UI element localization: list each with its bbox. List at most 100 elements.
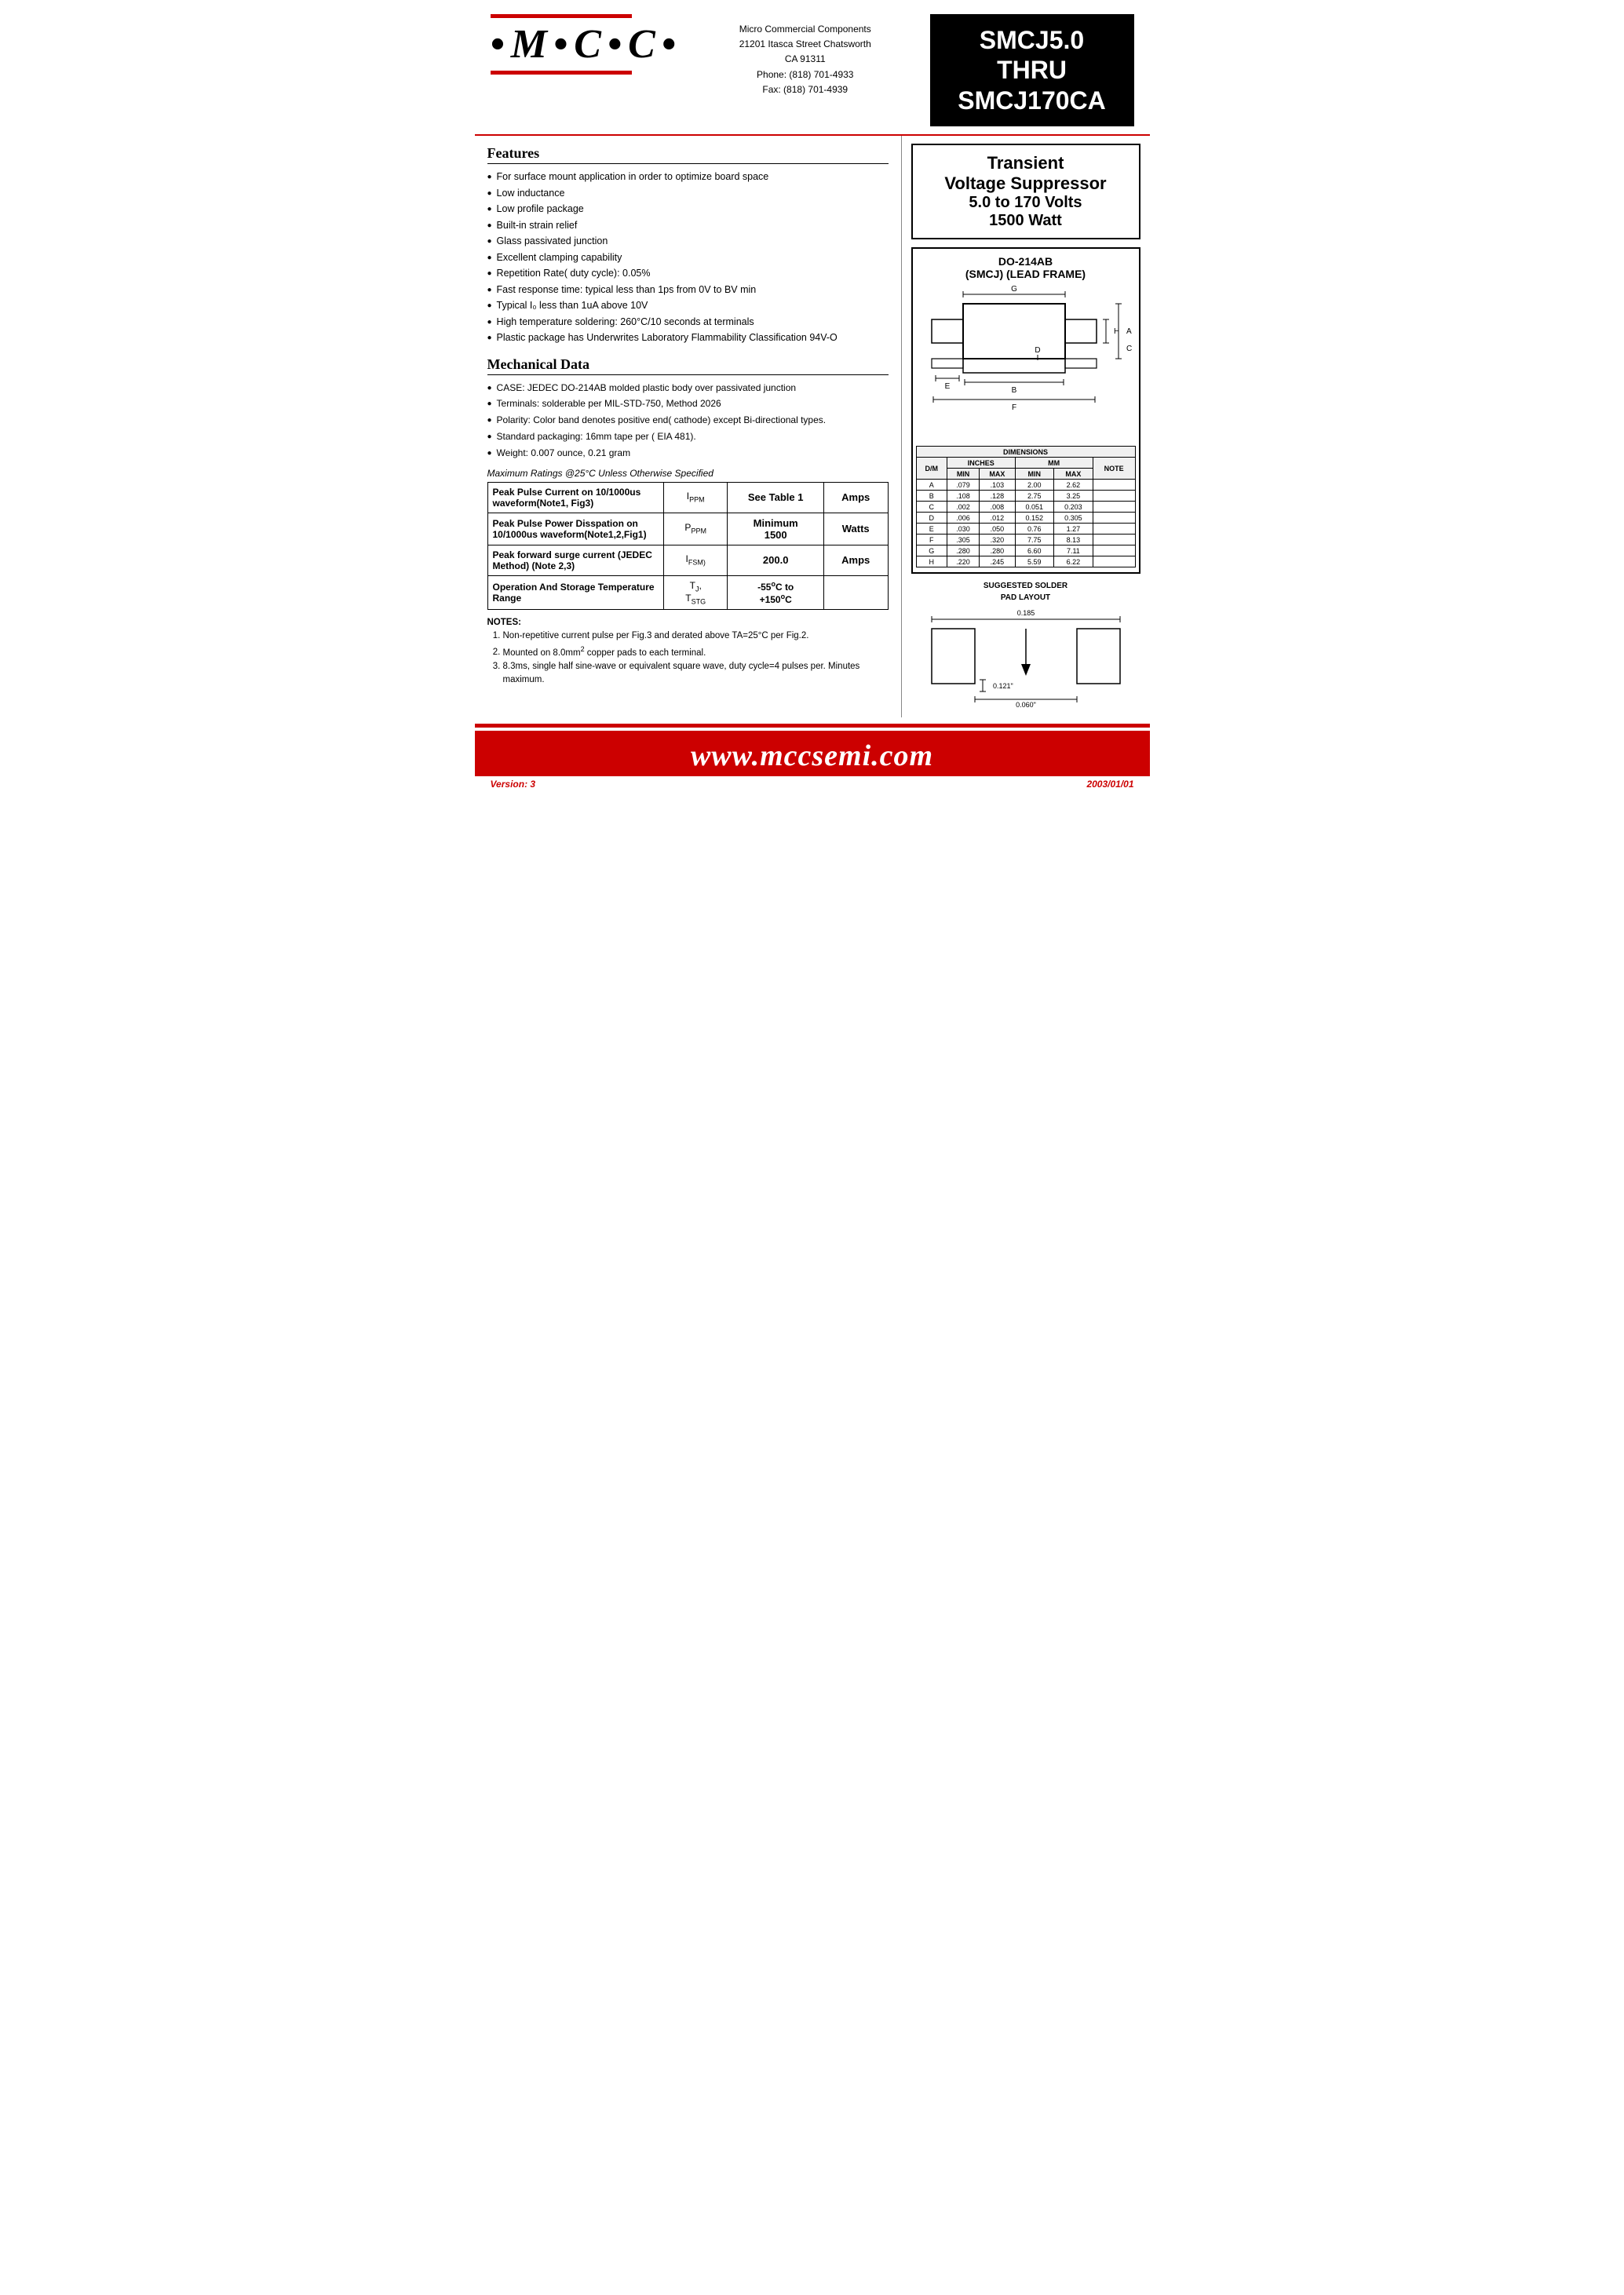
company-info: Micro Commercial Components 21201 Itasca… <box>681 14 930 97</box>
dim-row-d: D.006.0120.1520.305 <box>916 513 1135 524</box>
mechanical-title: Mechanical Data <box>487 356 889 375</box>
dim-header: DIMENSIONS <box>916 447 1135 458</box>
dim-row-e: E.030.0500.761.27 <box>916 524 1135 535</box>
feature-item-8: Fast response time: typical less than 1p… <box>487 283 889 297</box>
pkg-title-line1: DO-214AB <box>916 255 1136 268</box>
svg-text:E: E <box>944 382 950 391</box>
mech-item-2: Terminals: solderable per MIL-STD-750, M… <box>487 397 889 410</box>
row2-symbol: PPPM <box>663 513 728 545</box>
row1-value: See Table 1 <box>728 482 823 513</box>
mech-item-4: Standard packaging: 16mm tape per ( EIA … <box>487 430 889 443</box>
solder-pad-area: SUGGESTED SOLDER PAD LAYOUT 0.185 0. <box>911 582 1140 710</box>
dim-row-f: F.305.3207.758.13 <box>916 535 1135 545</box>
svg-text:A: A <box>1126 327 1132 336</box>
mech-item-5: Weight: 0.007 ounce, 0.21 gram <box>487 447 889 460</box>
part-number-box: SMCJ5.0 THRU SMCJ170CA <box>930 14 1134 126</box>
dim-col-mm: MM <box>1015 458 1093 469</box>
footer-divider-top <box>475 724 1150 728</box>
top-header: • M • C • C • Micro Commercial Component… <box>475 0 1150 136</box>
col-mm-max: MAX <box>1054 469 1093 480</box>
svg-text:0.060": 0.060" <box>1016 701 1036 707</box>
table-row-3: Peak forward surge current (JEDEC Method… <box>487 545 888 575</box>
row3-unit: Amps <box>823 545 888 575</box>
dim-row-c: C.002.0080.0510.203 <box>916 502 1135 513</box>
address-line1: 21201 Itasca Street Chatsworth <box>681 37 930 52</box>
feature-item-1: For surface mount application in order t… <box>487 170 889 184</box>
dim-row-b: B.108.1282.753.25 <box>916 491 1135 502</box>
feature-item-6: Excellent clamping capability <box>487 251 889 265</box>
logo: • M • C • C • <box>491 21 681 68</box>
ratings-table: Peak Pulse Current on 10/1000us waveform… <box>487 482 889 611</box>
mech-item-1: CASE: JEDEC DO-214AB molded plastic body… <box>487 381 889 395</box>
dim-row-g: G.280.2806.607.11 <box>916 545 1135 556</box>
part-number-line3: SMCJ170CA <box>938 86 1126 115</box>
svg-text:0.185: 0.185 <box>1016 609 1035 617</box>
row4-symbol: TJ,TSTG <box>663 575 728 610</box>
feature-item-7: Repetition Rate( duty cycle): 0.05% <box>487 267 889 281</box>
row4-label: Operation And Storage Temperature Range <box>487 575 663 610</box>
main-content: Features For surface mount application i… <box>475 136 1150 717</box>
footer: www.mccsemi.com <box>475 731 1150 776</box>
row4-unit <box>823 575 888 610</box>
row1-symbol: IPPM <box>663 482 728 513</box>
footer-bottom: Version: 3 2003/01/01 <box>475 776 1150 792</box>
max-ratings-note: Maximum Ratings @25°C Unless Otherwise S… <box>487 468 889 479</box>
phone: Phone: (818) 701-4933 <box>681 68 930 82</box>
row4-value: -55oC to+150oC <box>728 575 823 610</box>
features-title: Features <box>487 145 889 164</box>
row3-value: 200.0 <box>728 545 823 575</box>
tvs-line4: 1500 Watt <box>918 212 1134 230</box>
row3-symbol: IFSM) <box>663 545 728 575</box>
svg-text:F: F <box>1011 403 1016 412</box>
svg-text:C: C <box>1126 345 1132 353</box>
part-number-line1: SMCJ5.0 <box>938 25 1126 55</box>
feature-item-4: Built-in strain relief <box>487 219 889 233</box>
row3-label: Peak forward surge current (JEDEC Method… <box>487 545 663 575</box>
svg-text:B: B <box>1011 386 1016 395</box>
pkg-box: DO-214AB (SMCJ) (LEAD FRAME) <box>911 247 1140 574</box>
feature-item-2: Low inductance <box>487 187 889 201</box>
row2-label: Peak Pulse Power Disspation on 10/1000us… <box>487 513 663 545</box>
dim-col-note: NOTE <box>1093 458 1135 480</box>
note-3: 8.3ms, single half sine-wave or equivale… <box>503 660 889 685</box>
address-line2: CA 91311 <box>681 52 930 67</box>
feature-item-3: Low profile package <box>487 202 889 217</box>
feature-item-10: High temperature soldering: 260°C/10 sec… <box>487 316 889 330</box>
footer-date: 2003/01/01 <box>1086 779 1133 790</box>
logo-bar-top <box>491 14 632 18</box>
notes-title: NOTES: <box>487 618 889 627</box>
footer-url: www.mccsemi.com <box>475 739 1150 773</box>
note-2: Mounted on 8.0mm2 copper pads to each te… <box>503 644 889 659</box>
features-list: For surface mount application in order t… <box>487 170 889 345</box>
svg-text:0.121": 0.121" <box>993 682 1013 690</box>
svg-text:G: G <box>1011 285 1017 294</box>
feature-item-11: Plastic package has Underwrites Laborato… <box>487 331 889 345</box>
notes-section: NOTES: Non-repetitive current pulse per … <box>487 618 889 685</box>
package-diagram: G H D A C <box>916 280 1136 440</box>
dim-row-a: A.079.1032.002.62 <box>916 480 1135 491</box>
left-column: Features For surface mount application i… <box>475 136 902 717</box>
mech-list: CASE: JEDEC DO-214AB molded plastic body… <box>487 381 889 460</box>
company-name: Micro Commercial Components <box>681 22 930 37</box>
dimensions-table: DIMENSIONS D/M INCHES MM NOTE MIN MAX MI… <box>916 446 1136 567</box>
solder-label-line1: SUGGESTED SOLDER <box>911 582 1140 590</box>
dim-col-inches: INCHES <box>947 458 1015 469</box>
part-number-line2: THRU <box>938 55 1126 85</box>
row2-unit: Watts <box>823 513 888 545</box>
logo-area: • M • C • C • <box>491 14 681 75</box>
note-1: Non-repetitive current pulse per Fig.3 a… <box>503 629 889 642</box>
pkg-title-line2: (SMCJ) (LEAD FRAME) <box>916 268 1136 280</box>
mech-item-3: Polarity: Color band denotes positive en… <box>487 414 889 427</box>
col-in-min: MIN <box>947 469 979 480</box>
tvs-box: Transient Voltage Suppressor 5.0 to 170 … <box>911 144 1140 239</box>
row1-unit: Amps <box>823 482 888 513</box>
solder-pad-diagram: 0.185 0.121" 0.060" <box>924 605 1128 707</box>
tvs-line1: Transient <box>918 153 1134 173</box>
notes-list: Non-repetitive current pulse per Fig.3 a… <box>487 629 889 685</box>
tvs-line3: 5.0 to 170 Volts <box>918 194 1134 212</box>
right-column: Transient Voltage Suppressor 5.0 to 170 … <box>902 136 1150 717</box>
table-row-2: Peak Pulse Power Disspation on 10/1000us… <box>487 513 888 545</box>
row1-label: Peak Pulse Current on 10/1000us waveform… <box>487 482 663 513</box>
fax: Fax: (818) 701-4939 <box>681 82 930 97</box>
row2-value: Minimum1500 <box>728 513 823 545</box>
